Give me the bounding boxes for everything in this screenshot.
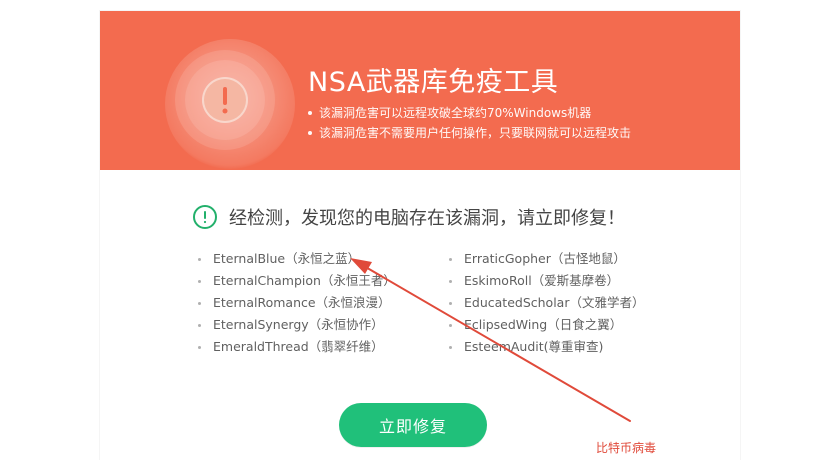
vulnerability-item: EskimoRoll（爱斯基摩卷） xyxy=(446,270,644,292)
vulnerability-item: EmeraldThread（翡翠纤维） xyxy=(195,336,396,358)
warning-badge xyxy=(185,60,265,140)
vulnerability-item: EternalBlue（永恒之蓝） xyxy=(195,248,396,270)
warning-bullet-list: 该漏洞危害可以远程攻破全球约70%Windows机器 该漏洞危害不需要用户任何操… xyxy=(305,103,631,143)
vulnerability-item: EternalChampion（永恒王者） xyxy=(195,270,396,292)
vulnerability-list-right: ErraticGopher（古怪地鼠） EskimoRoll（爱斯基摩卷） Ed… xyxy=(446,248,644,358)
exclamation-circle-icon xyxy=(193,205,217,229)
vulnerability-item: EternalRomance（永恒浪漫） xyxy=(195,292,396,314)
fix-now-button[interactable]: 立即修复 xyxy=(339,403,487,447)
vulnerability-list-left: EternalBlue（永恒之蓝） EternalChampion（永恒王者） … xyxy=(195,248,396,358)
page-title: NSA武器库免疫工具 xyxy=(308,67,559,98)
scan-result-message: 经检测，发现您的电脑存在该漏洞，请立即修复！ xyxy=(193,204,625,230)
warning-bullet: 该漏洞危害不需要用户任何操作，只要联网就可以远程攻击 xyxy=(305,123,631,143)
page: NSA武器库免疫工具 该漏洞危害可以远程攻破全球约70%Windows机器 该漏… xyxy=(0,0,818,460)
exclamation-circle-icon xyxy=(202,77,248,123)
vulnerability-item: EducatedScholar（文雅学者） xyxy=(446,292,644,314)
warning-banner: NSA武器库免疫工具 该漏洞危害可以远程攻破全球约70%Windows机器 该漏… xyxy=(100,11,740,170)
vulnerability-item: ErraticGopher（古怪地鼠） xyxy=(446,248,644,270)
immunity-tool-card: NSA武器库免疫工具 该漏洞危害可以远程攻破全球约70%Windows机器 该漏… xyxy=(100,11,740,460)
scan-result-text: 经检测，发现您的电脑存在该漏洞，请立即修复！ xyxy=(229,208,625,229)
vulnerability-item: EternalSynergy（永恒协作） xyxy=(195,314,396,336)
vulnerability-item: EclipsedWing（日食之翼） xyxy=(446,314,644,336)
vulnerability-list: EternalBlue（永恒之蓝） EternalChampion（永恒王者） … xyxy=(195,248,645,368)
watermark-text: 比特币病毒 xyxy=(596,441,657,455)
vulnerability-item: EsteemAudit(尊重审查) xyxy=(446,336,644,358)
warning-bullet: 该漏洞危害可以远程攻破全球约70%Windows机器 xyxy=(305,103,631,123)
